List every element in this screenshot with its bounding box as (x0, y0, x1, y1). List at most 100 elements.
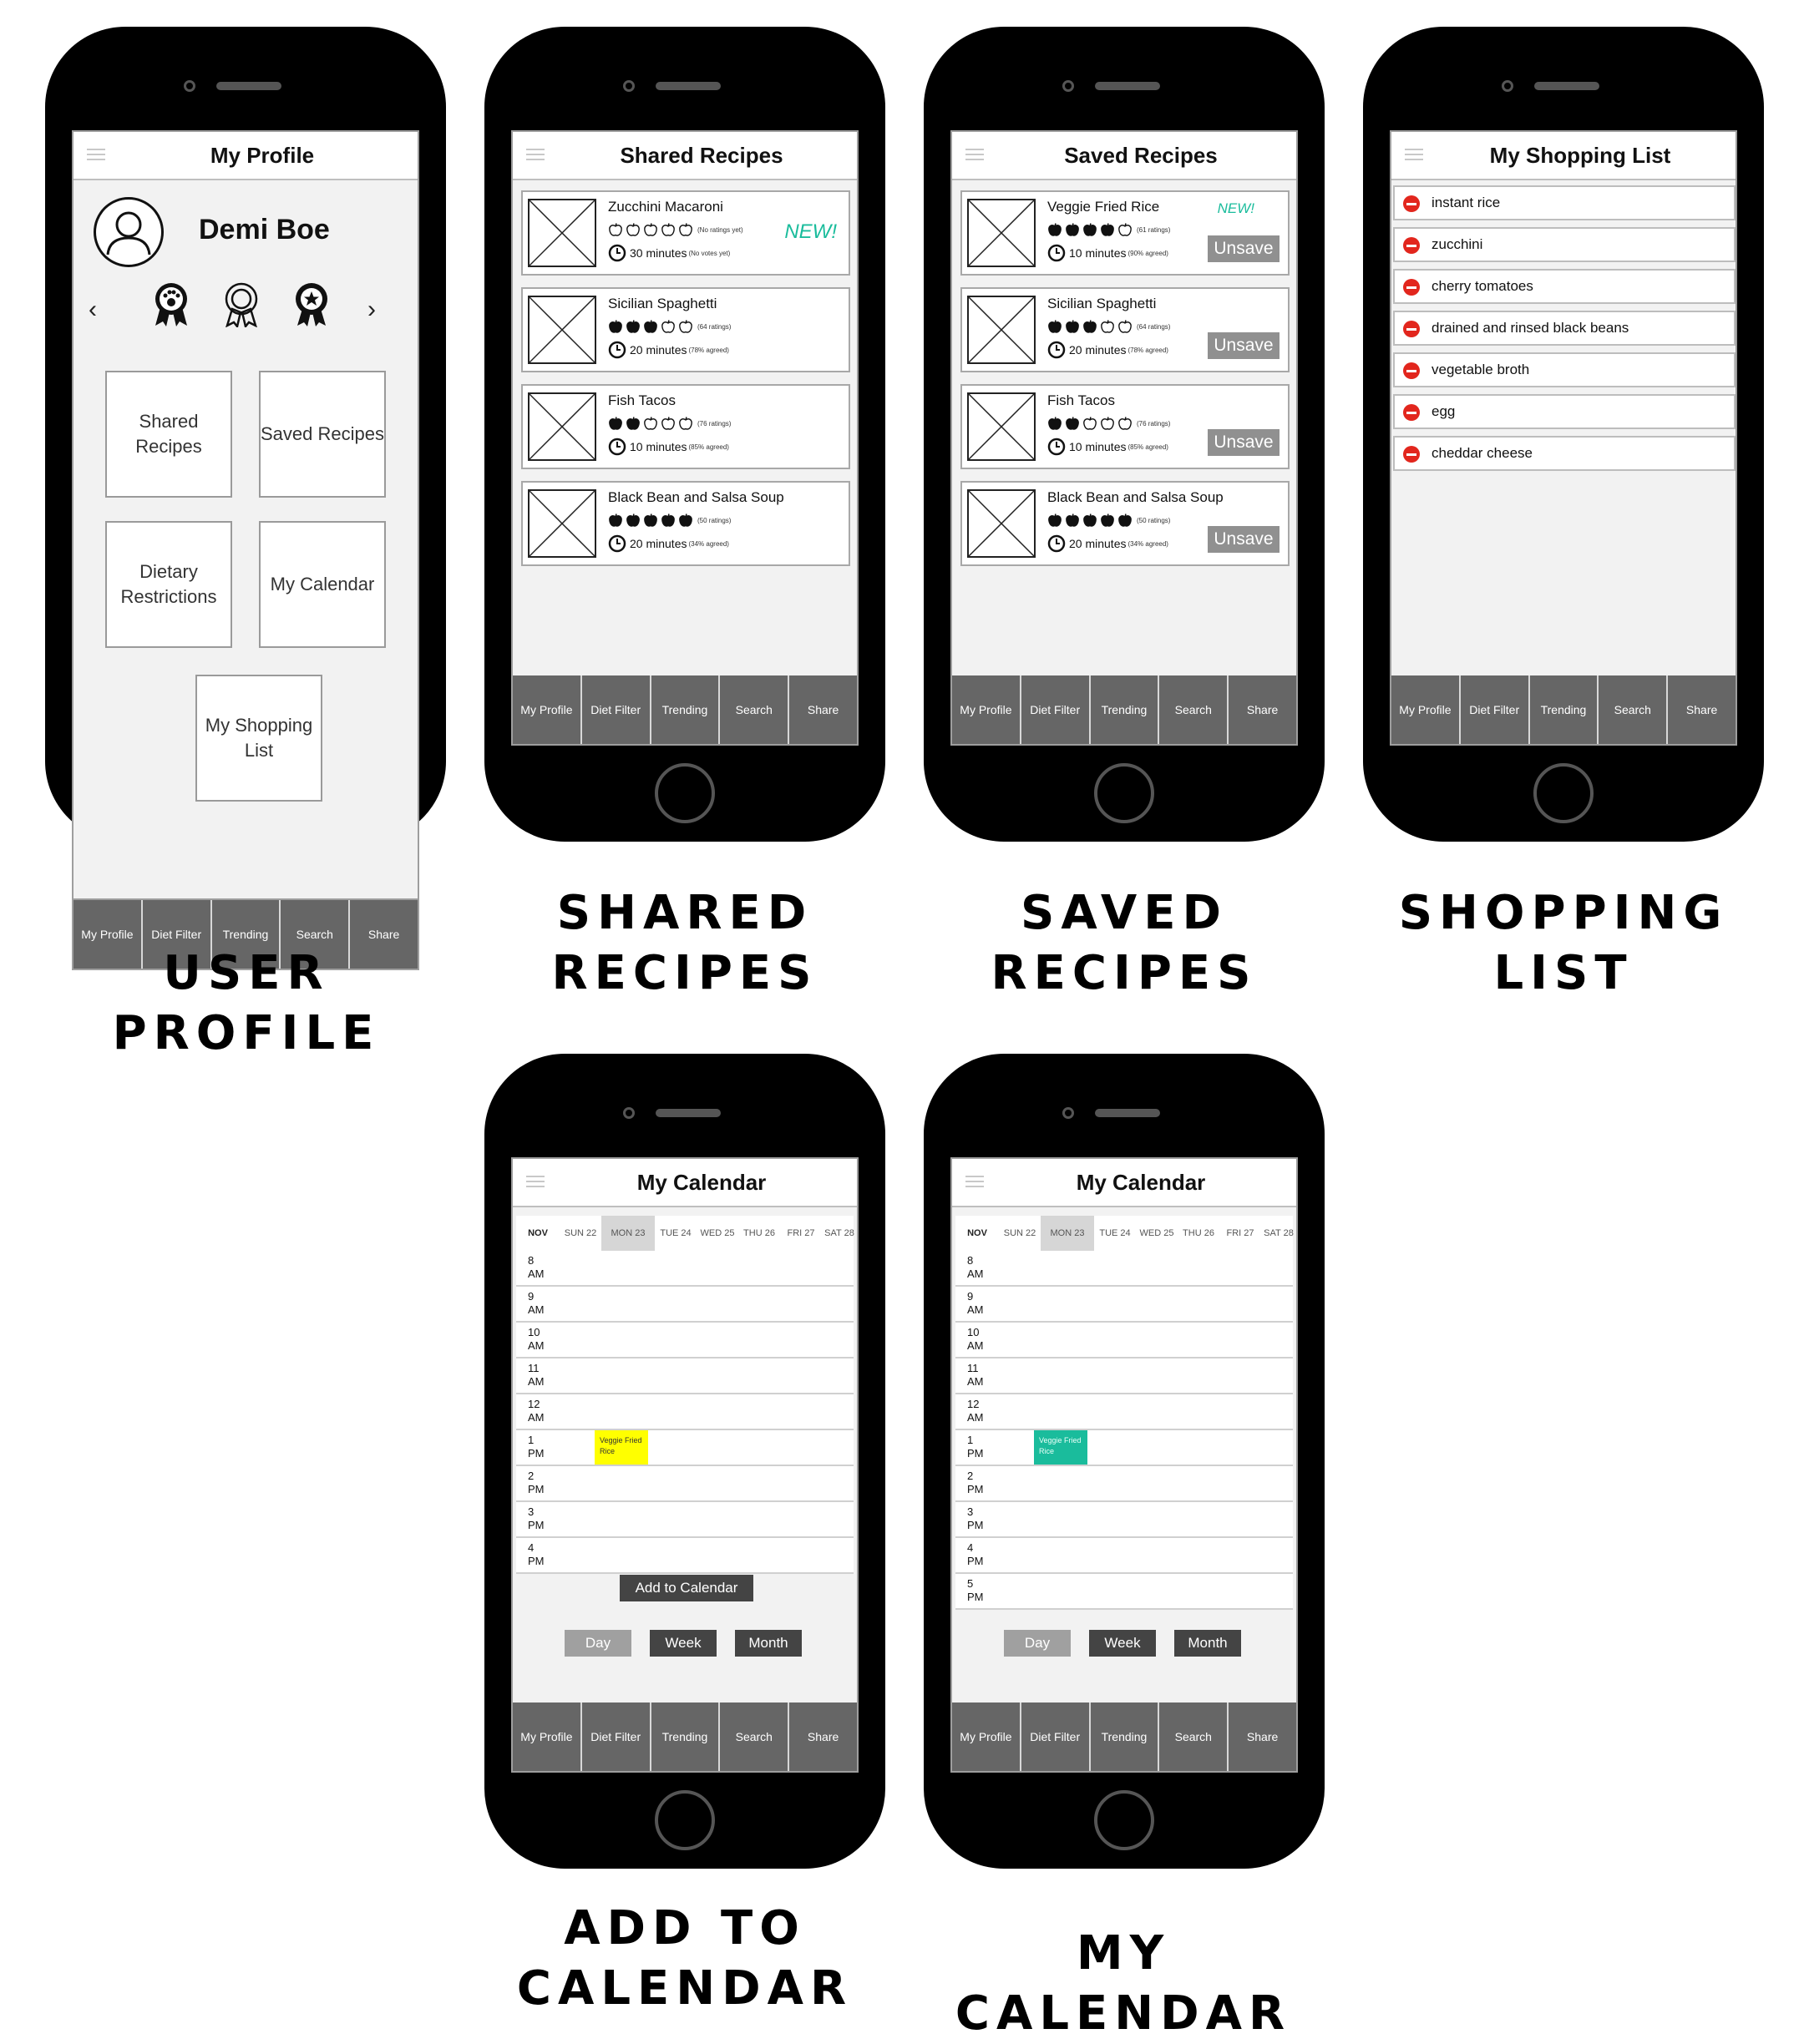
hour-row[interactable]: 3 PM (955, 1502, 1293, 1538)
remove-icon[interactable] (1403, 279, 1420, 296)
recipe-rating[interactable]: (50 ratings) (608, 513, 731, 528)
recipe-image-placeholder[interactable] (967, 296, 1036, 364)
view-week-button[interactable]: Week (650, 1630, 717, 1657)
day-tue[interactable]: TUE 24 (655, 1216, 697, 1251)
hour-row[interactable]: 5 PM (955, 1574, 1293, 1610)
unsave-button[interactable]: Unsave (1208, 235, 1280, 262)
day-thu[interactable]: THU 26 (1178, 1216, 1219, 1251)
remove-icon[interactable] (1403, 195, 1420, 212)
view-day-button[interactable]: Day (1004, 1630, 1071, 1657)
nav-trending[interactable]: Trending (651, 1702, 721, 1771)
recipe-rating[interactable]: (50 ratings) (1047, 513, 1170, 528)
nav-trending[interactable]: Trending (651, 675, 721, 744)
tile-shared-recipes[interactable]: Shared Recipes (105, 371, 232, 498)
day-sun[interactable]: SUN 22 (560, 1216, 601, 1251)
recipe-rating[interactable]: (61 ratings) (1047, 222, 1170, 237)
recipe-image-placeholder[interactable] (528, 392, 596, 461)
remove-icon[interactable] (1403, 362, 1420, 379)
unsave-button[interactable]: Unsave (1208, 332, 1280, 359)
view-month-button[interactable]: Month (1174, 1630, 1241, 1657)
hour-row[interactable]: 2 PM (516, 1466, 854, 1502)
day-wed[interactable]: WED 25 (1136, 1216, 1178, 1251)
nav-diet-filter[interactable]: Diet Filter (1021, 675, 1091, 744)
hour-row[interactable]: 8 AM (955, 1251, 1293, 1287)
list-item[interactable]: instant rice (1393, 185, 1736, 220)
nav-my-profile[interactable]: My Profile (513, 1702, 582, 1771)
remove-icon[interactable] (1403, 321, 1420, 337)
nav-share[interactable]: Share (789, 1702, 857, 1771)
unsave-button[interactable]: Unsave (1208, 526, 1280, 553)
recipe-image-placeholder[interactable] (528, 296, 596, 364)
recipe-card[interactable]: Black Bean and Salsa Soup (50 ratings) 20 … (521, 481, 850, 566)
nav-share[interactable]: Share (1668, 675, 1736, 744)
home-button[interactable] (1094, 1790, 1154, 1850)
hour-row[interactable]: 12 AM (955, 1394, 1293, 1430)
day-wed[interactable]: WED 25 (697, 1216, 738, 1251)
nav-my-profile[interactable]: My Profile (1391, 675, 1461, 744)
chevron-left-icon[interactable]: ‹ (89, 296, 97, 324)
hour-row[interactable]: 12 AM (516, 1394, 854, 1430)
recipe-rating[interactable]: (76 ratings) (608, 416, 731, 431)
hour-row[interactable]: 3 PM (516, 1502, 854, 1538)
day-tue[interactable]: TUE 24 (1094, 1216, 1136, 1251)
nav-trending[interactable]: Trending (1091, 675, 1160, 744)
list-item[interactable]: zucchini (1393, 227, 1736, 262)
add-to-calendar-button[interactable]: Add to Calendar (620, 1575, 753, 1601)
remove-icon[interactable] (1403, 237, 1420, 254)
hour-row[interactable]: 2 PM (955, 1466, 1293, 1502)
day-mon[interactable]: MON 23 (1041, 1216, 1094, 1251)
hour-row[interactable]: 1 PM Veggie Fried Rice (955, 1430, 1293, 1466)
menu-icon[interactable] (87, 149, 105, 160)
nav-search[interactable]: Search (1599, 675, 1669, 744)
day-sun[interactable]: SUN 22 (999, 1216, 1041, 1251)
hour-row[interactable]: 1 PM Veggie Fried Rice (516, 1430, 854, 1466)
tile-dietary-restrictions[interactable]: Dietary Restrictions (105, 521, 232, 648)
nav-diet-filter[interactable]: Diet Filter (582, 675, 651, 744)
list-item[interactable]: vegetable broth (1393, 352, 1736, 387)
recipe-image-placeholder[interactable] (967, 489, 1036, 558)
home-button[interactable] (655, 763, 715, 823)
menu-icon[interactable] (965, 1176, 984, 1187)
view-month-button[interactable]: Month (735, 1630, 802, 1657)
tile-saved-recipes[interactable]: Saved Recipes (259, 371, 386, 498)
nav-my-profile[interactable]: My Profile (952, 675, 1021, 744)
recipe-rating[interactable]: (64 ratings) (608, 319, 731, 334)
menu-icon[interactable] (1405, 149, 1423, 160)
remove-icon[interactable] (1403, 404, 1420, 421)
unsave-button[interactable]: Unsave (1208, 429, 1280, 456)
list-item[interactable]: egg (1393, 394, 1736, 429)
nav-diet-filter[interactable]: Diet Filter (1461, 675, 1530, 744)
view-week-button[interactable]: Week (1089, 1630, 1156, 1657)
nav-my-profile[interactable]: My Profile (952, 1702, 1021, 1771)
recipe-card[interactable]: Veggie Fried Rice (61 ratings) 10 minutes(… (960, 190, 1290, 276)
recipe-rating[interactable]: (76 ratings) (1047, 416, 1170, 431)
day-sat[interactable]: SAT 28 (822, 1216, 857, 1251)
nav-search[interactable]: Search (720, 675, 790, 744)
recipe-card[interactable]: Fish Tacos (76 ratings) 10 minutes (85% agr… (521, 384, 850, 469)
home-button[interactable] (1094, 763, 1154, 823)
nav-my-profile[interactable]: My Profile (513, 675, 582, 744)
hour-row[interactable]: 11 AM (955, 1358, 1293, 1394)
day-fri[interactable]: FRI 27 (780, 1216, 822, 1251)
nav-diet-filter[interactable]: Diet Filter (1021, 1702, 1091, 1771)
day-fri[interactable]: FRI 27 (1219, 1216, 1261, 1251)
chevron-right-icon[interactable]: › (367, 296, 376, 324)
home-button[interactable] (655, 1790, 715, 1850)
recipe-card[interactable]: Fish Tacos (76 ratings) 10 minutes (85% agr… (960, 384, 1290, 469)
nav-diet-filter[interactable]: Diet Filter (582, 1702, 651, 1771)
home-button[interactable] (1533, 763, 1594, 823)
calendar-event[interactable]: Veggie Fried Rice (1034, 1430, 1087, 1465)
hour-row[interactable]: 11 AM (516, 1358, 854, 1394)
nav-share[interactable]: Share (789, 675, 857, 744)
list-item[interactable]: drained and rinsed black beans (1393, 311, 1736, 346)
menu-icon[interactable] (965, 149, 984, 160)
hour-row[interactable]: 4 PM (516, 1538, 854, 1574)
day-mon[interactable]: MON 23 (601, 1216, 655, 1251)
nav-trending[interactable]: Trending (1530, 675, 1599, 744)
day-sat[interactable]: SAT 28 (1261, 1216, 1296, 1251)
recipe-image-placeholder[interactable] (528, 199, 596, 267)
hour-row[interactable]: 10 AM (516, 1323, 854, 1358)
hour-row[interactable]: 10 AM (955, 1323, 1293, 1358)
remove-icon[interactable] (1403, 446, 1420, 463)
day-thu[interactable]: THU 26 (738, 1216, 780, 1251)
